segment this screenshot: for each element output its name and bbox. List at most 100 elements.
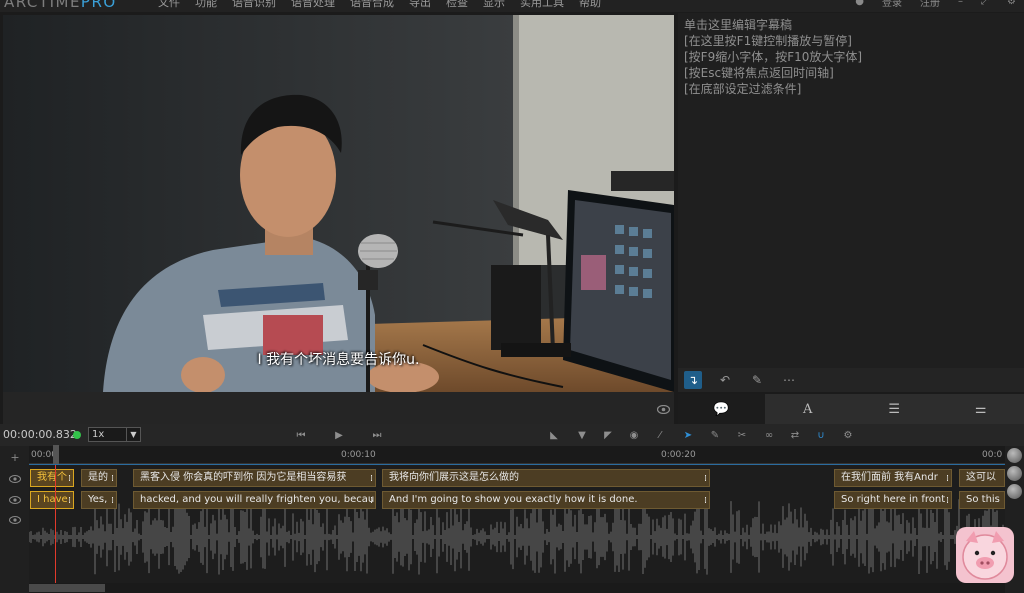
scissors-icon[interactable]: ✂ (734, 427, 750, 443)
select-tool-icon[interactable]: ➤ (680, 427, 696, 443)
maximize-icon[interactable]: ⤢ (981, 0, 989, 7)
time-ruler[interactable]: 00:00 0:00:10 0:00:20 00:0 (29, 445, 1005, 465)
subtitle-text: So right here in front (841, 494, 946, 505)
subtitle-block-cn[interactable]: 是的 ⁞ (81, 469, 117, 487)
end-marker-icon: ⁞ (111, 474, 114, 484)
video-frame (3, 15, 674, 392)
menu-check[interactable]: 检查 (446, 0, 468, 10)
camera-icon[interactable]: ◉ (626, 427, 642, 443)
tab-list-icon[interactable]: ☰ (851, 394, 938, 424)
volume-knob-icon[interactable] (1007, 466, 1022, 481)
subtitle-text: I have (37, 494, 68, 505)
tab-comments-icon[interactable]: 💬 (678, 394, 765, 424)
end-marker-icon: ⁞ (68, 474, 71, 484)
playhead-handle[interactable] (53, 445, 59, 465)
editor-hint-line: [按Esc键将焦点返回时间轴] (684, 66, 834, 80)
menu-tools[interactable]: 实用工具 (520, 0, 564, 10)
subtitle-text: hacked, and you will really frighten you… (140, 494, 375, 505)
edit-tool-icon[interactable]: ✎ (707, 427, 723, 443)
tab-sliders-icon[interactable]: ⚌ (938, 394, 1024, 424)
ruler-label: 0:00:10 (341, 450, 376, 460)
mark-down-icon[interactable]: ▼ (574, 427, 590, 443)
eye-icon[interactable] (656, 404, 671, 417)
editor-hint-line: [按F9缩小字体，按F10放大字体] (684, 50, 863, 64)
swap-icon[interactable]: ⇄ (787, 427, 803, 443)
scrollbar-thumb[interactable] (29, 584, 105, 592)
subtitle-text: And I'm going to show you exactly how it… (389, 494, 638, 505)
subtitle-tracks[interactable]: 我有个 ⁞ 是的 ⁞ 黑客入侵 你会真的吓到你 因为它是相当容易获 ⁞ 我将向你们展示… (29, 464, 1005, 583)
subtitle-block-en[interactable]: So right here in front ⁞ (834, 491, 952, 509)
add-track-icon[interactable]: + (8, 451, 22, 464)
login-link[interactable]: 登录 (882, 0, 902, 9)
menu-display[interactable]: 显示 (483, 0, 505, 10)
end-marker-icon: ⁞ (111, 496, 114, 506)
menu-speech-synthesis[interactable]: 语音合成 (350, 0, 394, 10)
panel-tabs: 💬 A ☰ ⚌ (678, 394, 1024, 424)
main-menu: 文件 功能 语音识别 语音处理 语音合成 导出 检查 显示 实用工具 帮助 (158, 0, 601, 10)
editor-hint-line: [在这里按F1键控制播放与暂停] (684, 34, 852, 48)
link-icon[interactable]: ∞ (761, 427, 777, 443)
minimize-icon[interactable]: – (958, 0, 963, 7)
insert-icon[interactable]: ↴ (684, 371, 702, 389)
subtitle-script-editor[interactable]: 单击这里编辑字幕稿 [在这里按F1键控制播放与暂停] [按F9缩小字体，按F10… (678, 13, 1024, 368)
subtitle-block-cn[interactable]: 黑客入侵 你会真的吓到你 因为它是相当容易获 ⁞ (133, 469, 376, 487)
video-footer (3, 392, 674, 424)
timeline[interactable]: + 00:00 0:00:10 0:00:20 00:0 我有个 ⁞ 是的 ⁞ 黑客… (0, 445, 1024, 593)
tab-font-icon[interactable]: A (765, 394, 852, 424)
editor-hint-line: 单击这里编辑字幕稿 (684, 18, 793, 32)
video-subtitle: I 我有个坏消息要告诉你u. (257, 352, 420, 368)
subtitle-block-cn[interactable]: 这可以 (959, 469, 1005, 487)
play-icon[interactable]: ▶ (331, 427, 347, 443)
skip-back-icon[interactable]: ⏮ (293, 427, 309, 443)
subtitle-block-en[interactable]: hacked, and you will really frighten you… (133, 491, 376, 509)
mark-right-icon[interactable]: ◤ (600, 427, 616, 443)
gear-icon[interactable]: ⚙ (840, 427, 856, 443)
subtitle-text: 黑客入侵 你会真的吓到你 因为它是相当容易获 (140, 472, 347, 483)
menu-function[interactable]: 功能 (195, 0, 217, 10)
end-marker-icon: ⁞ (946, 474, 949, 484)
speed-knob-icon[interactable] (1007, 484, 1022, 499)
subtitle-block-en[interactable]: Yes, ⁞ (81, 491, 117, 509)
magnet-icon[interactable]: ∪ (813, 427, 829, 443)
more-icon[interactable]: ⋯ (780, 371, 798, 389)
menu-bar: ARCTIMEPRO 文件 功能 语音识别 语音处理 语音合成 导出 检查 显示… (0, 0, 1024, 12)
video-player[interactable]: I 我有个坏消息要告诉你u. (3, 15, 674, 392)
register-link[interactable]: 注册 (920, 0, 940, 9)
subtitle-text: 这可以 (966, 472, 996, 483)
menu-speech-recognition[interactable]: 语音识别 (232, 0, 276, 10)
editor-toolbar: ↴ ↶ ✎ ⋯ (678, 368, 1024, 392)
user-icon[interactable]: ● (855, 0, 864, 7)
subtitle-block-en[interactable]: And I'm going to show you exactly how it… (382, 491, 710, 509)
end-marker-icon: ⁞ (946, 496, 949, 506)
subtitle-block-en[interactable]: So this (959, 491, 1005, 509)
track-eye-icon[interactable] (8, 494, 22, 506)
menu-speech-processing[interactable]: 语音处理 (291, 0, 335, 10)
subtitle-text: 在我们面前 我有Andr (841, 472, 938, 483)
skip-forward-icon[interactable]: ⏭ (369, 427, 385, 443)
playhead[interactable] (55, 465, 56, 583)
settings-icon[interactable]: ⚙ (1007, 0, 1016, 7)
current-time: 00:00:00.832 (3, 428, 77, 441)
magic-wand-icon[interactable]: ⁄ (652, 427, 668, 443)
end-marker-icon: ⁞ (370, 474, 373, 484)
mark-left-icon[interactable]: ◣ (546, 427, 562, 443)
end-marker-icon: ⁞ (68, 496, 71, 506)
timeline-scrollbar[interactable] (29, 583, 1005, 593)
subtitle-block-cn[interactable]: 我将向你们展示这是怎么做的 ⁞ (382, 469, 710, 487)
ruler-label: 0:00:20 (661, 450, 696, 460)
playback-speed-select[interactable]: 1x ▼ (88, 427, 141, 442)
track-eye-icon[interactable] (8, 514, 22, 526)
track-eye-icon[interactable] (8, 473, 22, 485)
subtitle-text: 我将向你们展示这是怎么做的 (389, 472, 519, 483)
subtitle-block-cn[interactable]: 我有个 ⁞ (30, 469, 74, 487)
menu-export[interactable]: 导出 (409, 0, 431, 10)
menu-help[interactable]: 帮助 (579, 0, 601, 10)
subtitle-text: Yes, (88, 494, 108, 505)
subtitle-block-en[interactable]: I have ⁞ (30, 491, 74, 509)
undo-icon[interactable]: ↶ (716, 371, 734, 389)
editor-hint-line: [在底部设定过滤条件] (684, 82, 802, 96)
menu-file[interactable]: 文件 (158, 0, 180, 10)
subtitle-block-cn[interactable]: 在我们面前 我有Andr ⁞ (834, 469, 952, 487)
pen-icon[interactable]: ✎ (748, 371, 766, 389)
zoom-knob-icon[interactable] (1007, 448, 1022, 463)
